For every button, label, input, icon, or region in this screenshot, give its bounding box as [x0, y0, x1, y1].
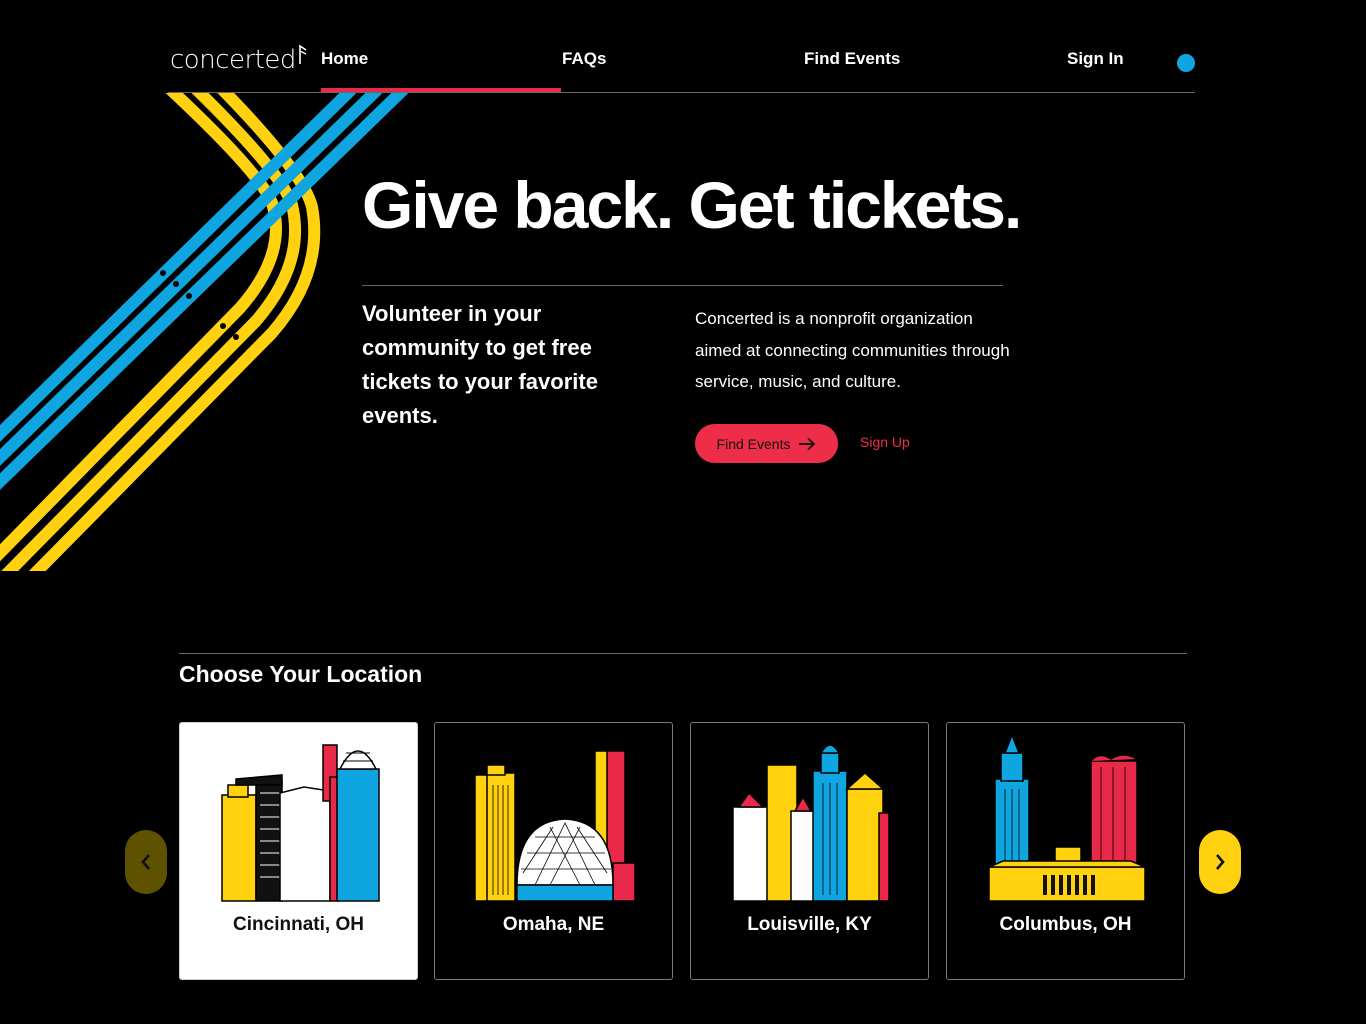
- carousel-prev-button[interactable]: [125, 830, 167, 894]
- music-note-icon: [299, 44, 307, 64]
- location-label: Cincinnati, OH: [233, 914, 364, 935]
- location-card-omaha[interactable]: Omaha, NE: [434, 722, 673, 980]
- location-label: Columbus, OH: [999, 914, 1132, 935]
- columbus-skyline-illustration: [988, 732, 1146, 902]
- sign-up-link[interactable]: Sign Up: [860, 434, 910, 450]
- location-card-columbus[interactable]: Columbus, OH: [946, 722, 1185, 980]
- location-card-louisville[interactable]: Louisville, KY: [690, 722, 929, 980]
- locations-heading: Choose Your Location: [179, 661, 423, 687]
- find-events-button-label: Find Events: [716, 435, 791, 452]
- hero-title: Give back. Get tickets.: [362, 168, 1022, 242]
- arrow-right-icon: [799, 437, 816, 450]
- nav-home[interactable]: Home: [321, 49, 368, 69]
- hero-description: Concerted is a nonprofit organization ai…: [695, 309, 1010, 391]
- nav-sign-in[interactable]: Sign In: [1067, 49, 1124, 69]
- locations-divider: [179, 653, 1187, 654]
- hero-tagline: Volunteer in your community to get free …: [362, 301, 598, 428]
- omaha-skyline-illustration: [474, 750, 636, 902]
- status-dot: [1177, 54, 1195, 72]
- chevron-left-icon: [141, 854, 150, 870]
- louisville-skyline-illustration: [732, 744, 890, 902]
- location-card-cincinnati[interactable]: Cincinnati, OH: [179, 722, 418, 980]
- nav-find-events[interactable]: Find Events: [804, 49, 900, 69]
- location-label: Omaha, NE: [502, 914, 605, 935]
- hero-divider: [362, 285, 1003, 286]
- hero-stripes-graphic: [0, 93, 409, 571]
- nav-faqs[interactable]: FAQs: [562, 49, 606, 69]
- chevron-right-icon: [1216, 854, 1225, 870]
- find-events-button[interactable]: Find Events: [695, 424, 838, 463]
- concerted-logo[interactable]: concerted: [170, 42, 307, 74]
- location-label: Louisville, KY: [747, 914, 872, 935]
- carousel-next-button[interactable]: [1199, 830, 1241, 894]
- cincinnati-skyline-illustration: [221, 744, 380, 902]
- logo-text: concerted: [170, 45, 296, 75]
